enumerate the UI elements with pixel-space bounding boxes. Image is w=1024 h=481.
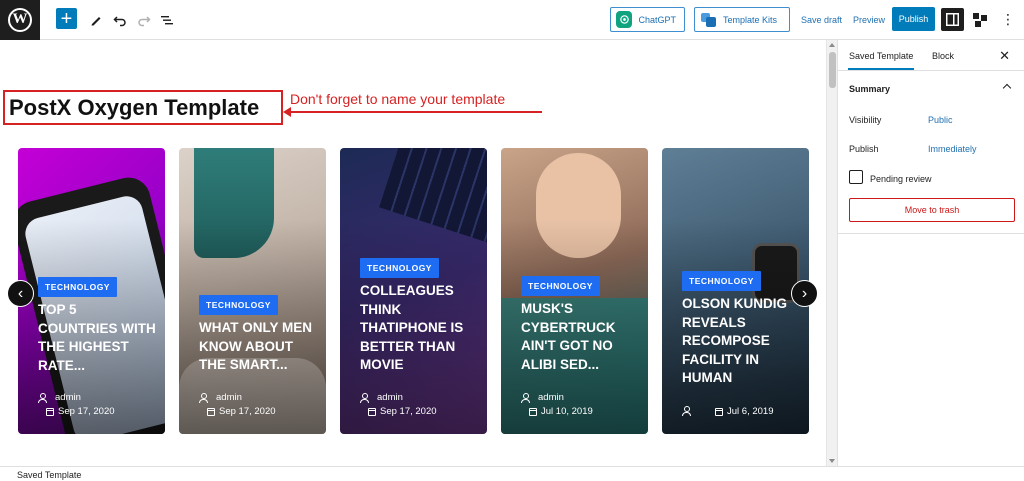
chevron-right-icon: ›	[801, 284, 808, 302]
template-kits-icon	[700, 11, 717, 28]
user-icon	[360, 393, 369, 403]
post-card[interactable]: TECHNOLOGY WHAT ONLY MEN KNOW ABOUT THE …	[179, 148, 326, 434]
post-author[interactable]: admin	[360, 392, 403, 403]
category-badge[interactable]: TECHNOLOGY	[199, 295, 278, 315]
calendar-icon	[368, 407, 376, 416]
publish-button[interactable]: Publish	[892, 7, 935, 31]
category-badge[interactable]: TECHNOLOGY	[360, 258, 439, 278]
slider-next-button[interactable]: ›	[791, 280, 818, 307]
post-author[interactable]	[682, 406, 699, 416]
visibility-label: Visibility	[849, 115, 882, 125]
post-author[interactable]: admin	[199, 392, 242, 403]
template-kits-label: Template Kits	[723, 14, 778, 25]
template-kits-button[interactable]: Template Kits	[694, 7, 790, 32]
save-draft-button[interactable]: Save draft	[801, 15, 842, 25]
close-icon[interactable]: ✕	[999, 48, 1010, 64]
divider	[838, 233, 1024, 234]
post-author[interactable]: admin	[521, 392, 564, 403]
category-badge[interactable]: TECHNOLOGY	[682, 271, 761, 291]
slider-prev-button[interactable]: ‹	[7, 280, 34, 307]
sidebar-tabs: Saved Template Block ✕	[838, 40, 1024, 71]
template-title: PostX Oxygen Template	[9, 94, 260, 120]
post-card[interactable]: TECHNOLOGY COLLEAGUES THINK THATIPHONE I…	[340, 148, 487, 434]
chevron-up-icon[interactable]	[1002, 83, 1012, 93]
category-badge[interactable]: TECHNOLOGY	[521, 276, 600, 296]
post-date: Sep 17, 2020	[207, 406, 276, 417]
tab-saved-template[interactable]: Saved Template	[847, 51, 915, 70]
visibility-value[interactable]: Public	[928, 115, 953, 125]
user-icon	[682, 406, 691, 416]
post-date: Jul 10, 2019	[529, 406, 593, 417]
chatgpt-icon	[616, 11, 633, 28]
canvas-scrollbar[interactable]	[826, 40, 837, 466]
scroll-up-arrow-icon[interactable]	[829, 43, 835, 47]
post-title[interactable]: TOP 5 COUNTRIES WITH THE HIGHEST RATE...	[38, 301, 158, 375]
post-title[interactable]: MUSK'S CYBERTRUCK AIN'T GOT NO ALIBI SED…	[521, 300, 641, 374]
breadcrumb[interactable]: Saved Template	[17, 470, 81, 480]
publish-label: Publish	[849, 144, 879, 154]
post-card[interactable]: TECHNOLOGY MUSK'S CYBERTRUCK AIN'T GOT N…	[501, 148, 648, 434]
calendar-icon	[529, 407, 537, 416]
post-date: Jul 6, 2019	[715, 406, 773, 417]
template-title-field[interactable]: PostX Oxygen Template	[3, 90, 283, 125]
editor-app: W + ChatGPT Template Kits Save draft Pre…	[0, 0, 1024, 481]
pending-review-checkbox[interactable]	[849, 170, 863, 184]
settings-sidebar: Saved Template Block ✕ Summary Visibilit…	[837, 40, 1024, 466]
move-to-trash-button[interactable]: Move to trash	[849, 198, 1015, 222]
editor-canvas: PostX Oxygen Template Don't forget to na…	[0, 40, 826, 466]
chatgpt-button[interactable]: ChatGPT	[610, 7, 685, 32]
chatgpt-label: ChatGPT	[638, 14, 676, 25]
chevron-left-icon: ‹	[17, 284, 24, 302]
calendar-icon	[207, 407, 215, 416]
undo-icon[interactable]	[108, 8, 132, 32]
list-view-icon[interactable]	[155, 8, 179, 32]
settings-sidebar-toggle-icon[interactable]	[941, 8, 964, 31]
scroll-down-arrow-icon[interactable]	[829, 459, 835, 463]
user-icon	[521, 393, 530, 403]
preview-button[interactable]: Preview	[853, 15, 885, 25]
publish-date-value[interactable]: Immediately	[928, 144, 977, 154]
top-toolbar: W + ChatGPT Template Kits Save draft Pre…	[0, 0, 1024, 40]
post-title[interactable]: WHAT ONLY MEN KNOW ABOUT THE SMART...	[199, 319, 319, 375]
more-options-icon[interactable]: ⋮	[1001, 11, 1015, 28]
scrollbar-thumb[interactable]	[829, 52, 836, 88]
post-card[interactable]: TECHNOLOGY TOP 5 COUNTRIES WITH THE HIGH…	[18, 148, 165, 434]
post-author[interactable]: admin	[38, 392, 81, 403]
status-footer: Saved Template	[0, 466, 1024, 481]
post-date: Sep 17, 2020	[46, 406, 115, 417]
tab-block[interactable]: Block	[932, 51, 954, 61]
add-block-button[interactable]: +	[56, 8, 77, 29]
user-icon	[199, 393, 208, 403]
post-title[interactable]: OLSON KUNDIG REVEALS RECOMPOSE FACILITY …	[682, 295, 802, 388]
category-badge[interactable]: TECHNOLOGY	[38, 277, 117, 297]
post-date: Sep 17, 2020	[368, 406, 437, 417]
edit-pencil-icon[interactable]	[84, 8, 108, 32]
pending-review-label: Pending review	[870, 174, 932, 184]
calendar-icon	[46, 407, 54, 416]
plugin-blocks-icon[interactable]	[968, 8, 991, 31]
post-card[interactable]: TECHNOLOGY OLSON KUNDIG REVEALS RECOMPOS…	[662, 148, 809, 434]
annotation-arrow-line	[288, 111, 542, 113]
calendar-icon	[715, 407, 723, 416]
user-icon	[38, 393, 47, 403]
wordpress-logo-icon[interactable]: W	[0, 0, 40, 40]
summary-heading[interactable]: Summary	[849, 84, 890, 94]
annotation-note: Don't forget to name your template	[290, 91, 506, 107]
redo-icon[interactable]	[132, 8, 156, 32]
post-title[interactable]: COLLEAGUES THINK THATIPHONE IS BETTER TH…	[360, 282, 480, 375]
